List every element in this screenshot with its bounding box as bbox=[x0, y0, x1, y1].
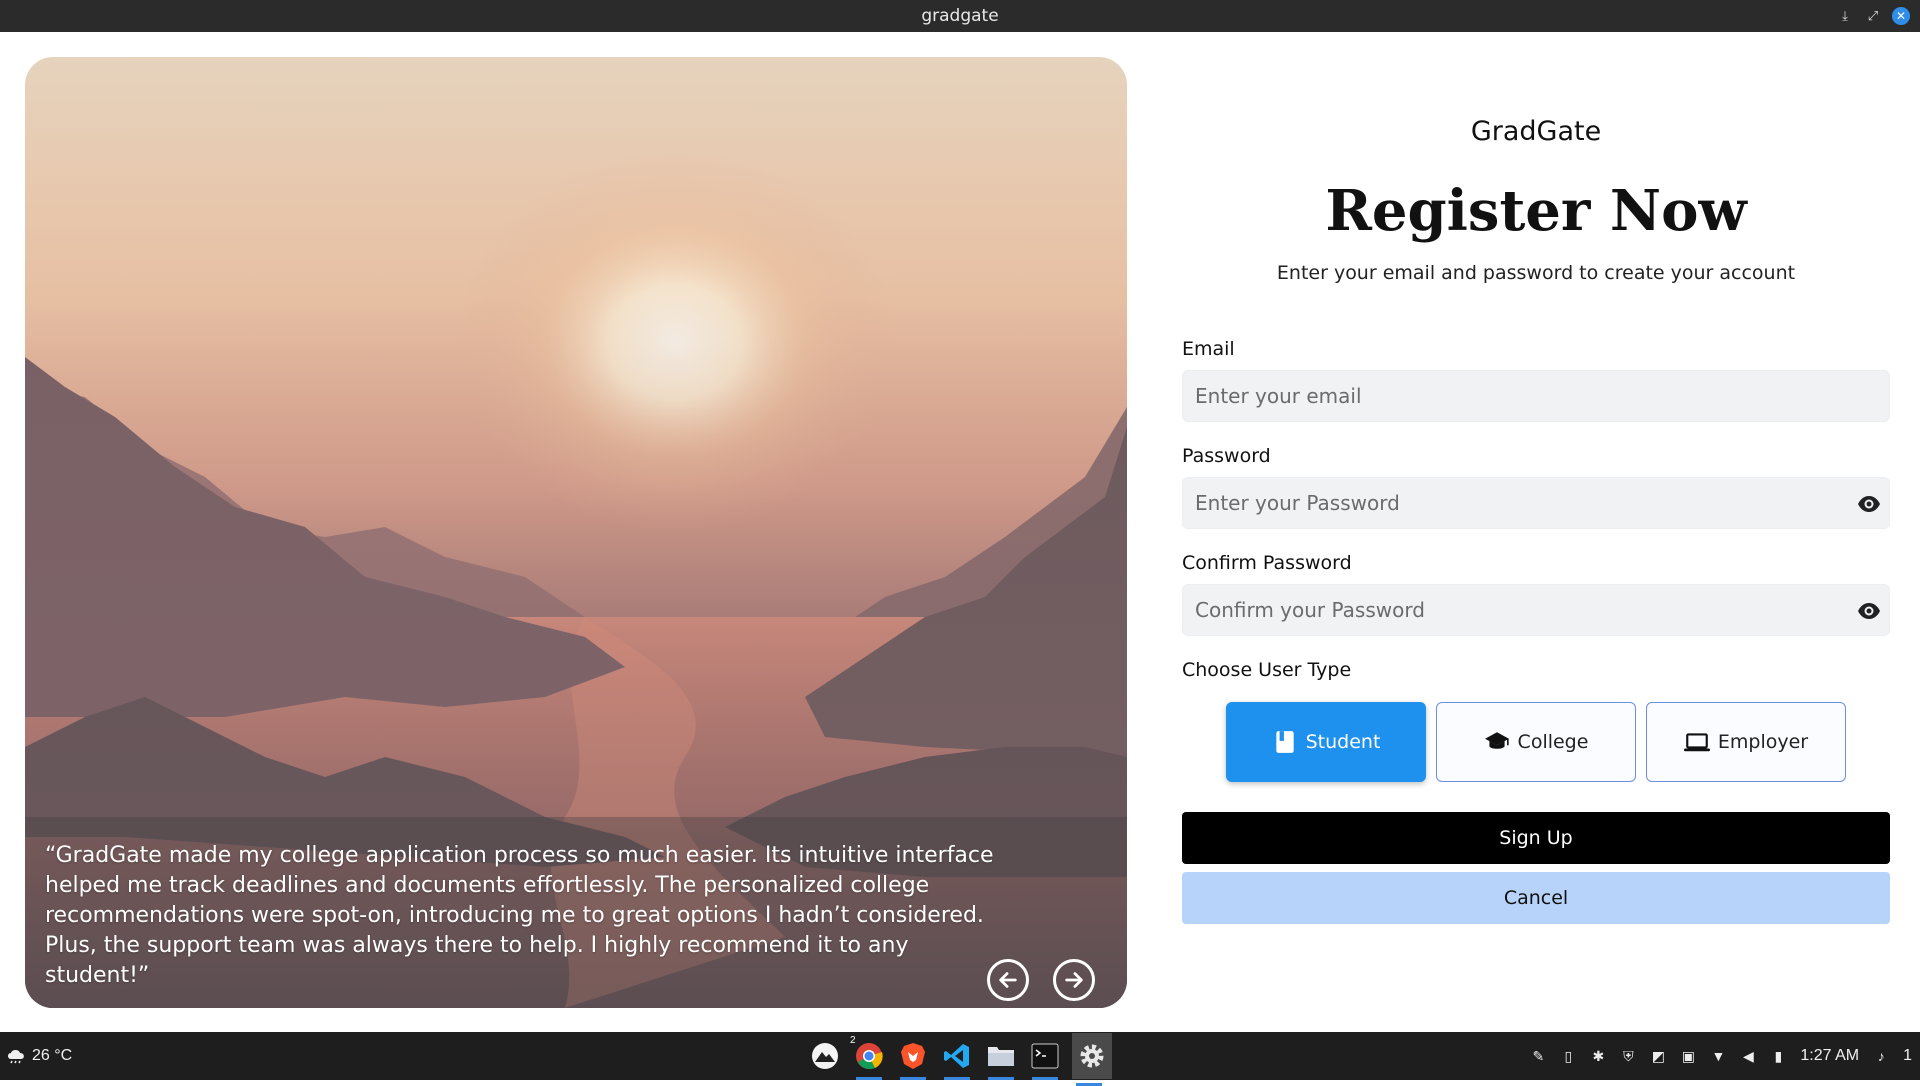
folder-icon bbox=[988, 1047, 1014, 1066]
show-password-eye-icon[interactable] bbox=[1857, 492, 1881, 516]
dock-terminal[interactable] bbox=[1028, 1039, 1062, 1080]
cancel-button[interactable]: Cancel bbox=[1182, 872, 1890, 924]
battery-icon[interactable]: ▮ bbox=[1770, 1048, 1786, 1064]
register-form: GradGate Register Now Enter your email a… bbox=[1182, 32, 1890, 1032]
weather-widget[interactable]: 26 °C bbox=[6, 1032, 72, 1080]
window-titlebar: gradgate ⤓ ⤢ ✕ bbox=[0, 0, 1920, 32]
color-picker-icon[interactable]: ✎ bbox=[1530, 1048, 1546, 1064]
dock-chrome[interactable]: 2 bbox=[850, 1035, 886, 1080]
wifi-icon[interactable]: ▼ bbox=[1710, 1048, 1726, 1064]
shield-icon[interactable]: ⛨ bbox=[1620, 1048, 1636, 1064]
keyboard-layout-icon[interactable]: ▣ bbox=[1680, 1048, 1696, 1064]
mountain-launcher-icon bbox=[812, 1043, 838, 1069]
user-type-options: Student College Employer bbox=[1226, 702, 1846, 782]
system-taskbar: 26 °C 2 ✎ ▯ ✱ ⛨ ◩ ▣ ▼ ◀ ▮ 1:27 AM ♪ 1 bbox=[0, 1032, 1920, 1086]
chrome-window-count: 2 bbox=[850, 1035, 856, 1046]
volume-icon[interactable]: ◀ bbox=[1740, 1048, 1756, 1064]
arrow-left-icon bbox=[999, 972, 1017, 988]
book-icon bbox=[1275, 731, 1294, 753]
dock-vscode[interactable] bbox=[940, 1039, 974, 1080]
app-dock: 2 bbox=[808, 1032, 1112, 1086]
clock[interactable]: 1:27 AM bbox=[1800, 1047, 1859, 1065]
user-type-student-label: Student bbox=[1305, 731, 1381, 753]
confirm-password-field[interactable] bbox=[1195, 598, 1835, 622]
notification-count[interactable]: 1 bbox=[1903, 1047, 1912, 1065]
user-type-employer-button[interactable]: Employer bbox=[1646, 702, 1846, 782]
chrome-icon bbox=[856, 1043, 883, 1070]
bluetooth-icon[interactable]: ✱ bbox=[1590, 1048, 1606, 1064]
user-type-college-button[interactable]: College bbox=[1436, 702, 1636, 782]
page-title: Register Now bbox=[1325, 178, 1747, 244]
dock-settings[interactable] bbox=[1072, 1033, 1112, 1086]
minimize-button[interactable]: ⤓ bbox=[1836, 7, 1854, 25]
dock-files[interactable] bbox=[984, 1039, 1018, 1080]
arrow-right-icon bbox=[1065, 972, 1083, 988]
previous-testimonial-button[interactable] bbox=[987, 959, 1029, 1001]
email-field[interactable] bbox=[1195, 384, 1835, 408]
weather-temperature: 26 °C bbox=[32, 1047, 73, 1064]
password-field-wrapper bbox=[1182, 477, 1890, 529]
vscode-icon bbox=[944, 1044, 969, 1068]
user-type-college-label: College bbox=[1517, 731, 1589, 753]
notification-bell-icon[interactable]: ♪ bbox=[1873, 1048, 1889, 1064]
app-main: “GradGate made my college application pr… bbox=[0, 32, 1920, 1032]
close-button[interactable]: ✕ bbox=[1892, 7, 1910, 25]
show-confirm-password-eye-icon[interactable] bbox=[1857, 599, 1881, 623]
clipboard-icon[interactable]: ▯ bbox=[1560, 1048, 1576, 1064]
user-type-label: Choose User Type bbox=[1182, 659, 1352, 681]
confirm-password-label: Confirm Password bbox=[1182, 552, 1352, 574]
cloudy-rain-icon bbox=[8, 1050, 24, 1064]
dock-brave[interactable] bbox=[896, 1039, 930, 1080]
confirm-password-field-wrapper bbox=[1182, 584, 1890, 636]
password-label: Password bbox=[1182, 445, 1271, 467]
user-type-employer-label: Employer bbox=[1717, 731, 1809, 753]
page-subtitle: Enter your email and password to create … bbox=[1276, 262, 1796, 284]
window-title: gradgate bbox=[921, 6, 999, 26]
window-controls: ⤓ ⤢ ✕ bbox=[1836, 0, 1910, 32]
brave-icon bbox=[901, 1043, 925, 1069]
email-label: Email bbox=[1182, 338, 1235, 360]
testimonial-quote: “GradGate made my college application pr… bbox=[45, 843, 994, 988]
password-field[interactable] bbox=[1195, 491, 1835, 515]
user-type-student-button[interactable]: Student bbox=[1226, 702, 1426, 782]
laptop-icon bbox=[1683, 733, 1710, 752]
email-field-wrapper bbox=[1182, 370, 1890, 422]
gear-icon bbox=[1080, 1044, 1104, 1068]
dock-app-launcher[interactable] bbox=[808, 1039, 842, 1073]
network-share-icon[interactable]: ◩ bbox=[1650, 1048, 1666, 1064]
sign-up-button[interactable]: Sign Up bbox=[1182, 812, 1890, 864]
graduation-cap-icon bbox=[1484, 732, 1509, 749]
restore-button[interactable]: ⤢ bbox=[1864, 7, 1882, 25]
brand-name: GradGate bbox=[1470, 116, 1602, 147]
hero-panel: “GradGate made my college application pr… bbox=[25, 57, 1127, 1008]
next-testimonial-button[interactable] bbox=[1053, 959, 1095, 1001]
system-tray: ✎ ▯ ✱ ⛨ ◩ ▣ ▼ ◀ ▮ 1:27 AM ♪ 1 bbox=[1530, 1032, 1912, 1080]
terminal-icon bbox=[1031, 1043, 1059, 1069]
